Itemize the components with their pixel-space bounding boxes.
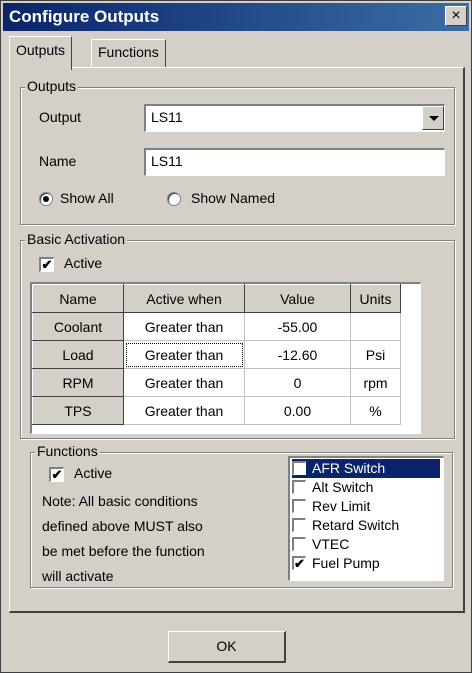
list-item-checkbox[interactable] xyxy=(292,461,306,475)
list-item-label: Retard Switch xyxy=(312,517,400,533)
row-value[interactable]: -12.60 xyxy=(244,340,351,369)
note-line: will activate xyxy=(42,568,114,584)
outputs-group-legend: Outputs xyxy=(25,78,79,94)
table-row: TPS Greater than 0.00 % xyxy=(32,396,401,425)
name-label: Name xyxy=(39,153,77,169)
table-row: RPM Greater than 0 rpm xyxy=(32,368,401,397)
chevron-down-icon[interactable] xyxy=(422,106,444,130)
row-units[interactable]: % xyxy=(350,396,401,425)
name-field-value: LS11 xyxy=(151,153,183,169)
list-item-label: VTEC xyxy=(312,536,350,552)
table-row: Coolant Greater than -55.00 xyxy=(32,312,401,341)
functions-active-checkbox[interactable]: ✔ xyxy=(49,467,64,482)
configure-outputs-dialog: Configure Outputs × Outputs Functions Ou… xyxy=(0,0,472,673)
output-select[interactable]: LS11 xyxy=(144,104,445,132)
tab-functions[interactable]: Functions xyxy=(91,39,166,67)
list-item-label: Fuel Pump xyxy=(312,555,380,571)
functions-group-legend: Functions xyxy=(35,443,100,459)
name-field[interactable]: LS11 xyxy=(144,148,445,176)
table-row: Load Greater than -12.60 Psi xyxy=(32,340,401,369)
ok-button[interactable]: OK xyxy=(168,631,286,663)
basic-active-checkbox[interactable]: ✔ xyxy=(39,257,54,272)
basic-active-label[interactable]: Active xyxy=(64,255,102,271)
row-active-when[interactable]: Greater than xyxy=(123,340,245,369)
table-header-row: Name Active when Value Units xyxy=(32,284,401,313)
activation-table: Name Active when Value Units Coolant Gre… xyxy=(32,284,401,425)
output-select-value: LS11 xyxy=(151,109,183,125)
column-header-active-when[interactable]: Active when xyxy=(123,284,245,313)
check-icon: ✔ xyxy=(294,556,305,571)
list-item-afr-switch[interactable]: AFR Switch xyxy=(292,459,440,478)
list-item-checkbox[interactable] xyxy=(292,499,306,513)
title-bar: Configure Outputs × xyxy=(3,3,469,31)
row-value[interactable]: 0 xyxy=(244,368,351,397)
close-icon[interactable]: × xyxy=(445,6,467,26)
tab-outputs[interactable]: Outputs xyxy=(9,36,73,70)
show-all-label[interactable]: Show All xyxy=(60,190,114,206)
row-units[interactable]: rpm xyxy=(350,368,401,397)
row-active-when[interactable]: Greater than xyxy=(123,312,245,341)
list-item-checkbox[interactable] xyxy=(292,480,306,494)
row-name[interactable]: TPS xyxy=(32,396,124,425)
show-named-radio[interactable] xyxy=(167,192,181,206)
output-label: Output xyxy=(39,109,82,125)
row-units[interactable]: Psi xyxy=(350,340,401,369)
note-line: Note: All basic conditions xyxy=(42,493,198,509)
list-item-vtec[interactable]: VTEC xyxy=(292,535,440,554)
list-item-label: Alt Switch xyxy=(312,479,374,495)
functions-active-label[interactable]: Active xyxy=(74,465,112,481)
tab-outputs-label: Outputs xyxy=(16,42,66,58)
show-all-radio[interactable] xyxy=(39,192,53,206)
column-header-name[interactable]: Name xyxy=(32,284,124,313)
row-active-when[interactable]: Greater than xyxy=(123,396,245,425)
column-header-value[interactable]: Value xyxy=(244,284,351,313)
check-icon: ✔ xyxy=(51,467,63,482)
list-item-label: AFR Switch xyxy=(312,460,386,476)
basic-activation-legend: Basic Activation xyxy=(25,231,128,247)
list-item-retard-switch[interactable]: Retard Switch xyxy=(292,516,440,535)
row-name[interactable]: RPM xyxy=(32,368,124,397)
row-value[interactable]: 0.00 xyxy=(244,396,351,425)
row-units[interactable] xyxy=(350,312,401,341)
window-title: Configure Outputs xyxy=(9,7,160,26)
column-header-units[interactable]: Units xyxy=(350,284,401,313)
note-line: be met before the function xyxy=(42,543,205,559)
check-icon: ✔ xyxy=(41,257,53,272)
list-item-checkbox[interactable]: ✔ xyxy=(292,556,306,570)
row-active-when[interactable]: Greater than xyxy=(123,368,245,397)
list-item-alt-switch[interactable]: Alt Switch xyxy=(292,478,440,497)
tab-functions-label: Functions xyxy=(98,44,159,60)
list-item-rev-limit[interactable]: Rev Limit xyxy=(292,497,440,516)
show-named-label[interactable]: Show Named xyxy=(191,190,275,206)
row-name[interactable]: Load xyxy=(32,340,124,369)
list-item-fuel-pump[interactable]: ✔ Fuel Pump xyxy=(292,554,440,573)
functions-listbox[interactable]: AFR Switch Alt Switch Rev Limit Retard S… xyxy=(288,456,444,581)
list-item-label: Rev Limit xyxy=(312,498,371,514)
list-item-checkbox[interactable] xyxy=(292,518,306,532)
activation-grid[interactable]: Name Active when Value Units Coolant Gre… xyxy=(30,282,421,434)
row-name[interactable]: Coolant xyxy=(32,312,124,341)
functions-note: Note: All basic conditions defined above… xyxy=(42,489,242,589)
list-item-checkbox[interactable] xyxy=(292,537,306,551)
note-line: defined above MUST also xyxy=(42,518,203,534)
row-value[interactable]: -55.00 xyxy=(244,312,351,341)
